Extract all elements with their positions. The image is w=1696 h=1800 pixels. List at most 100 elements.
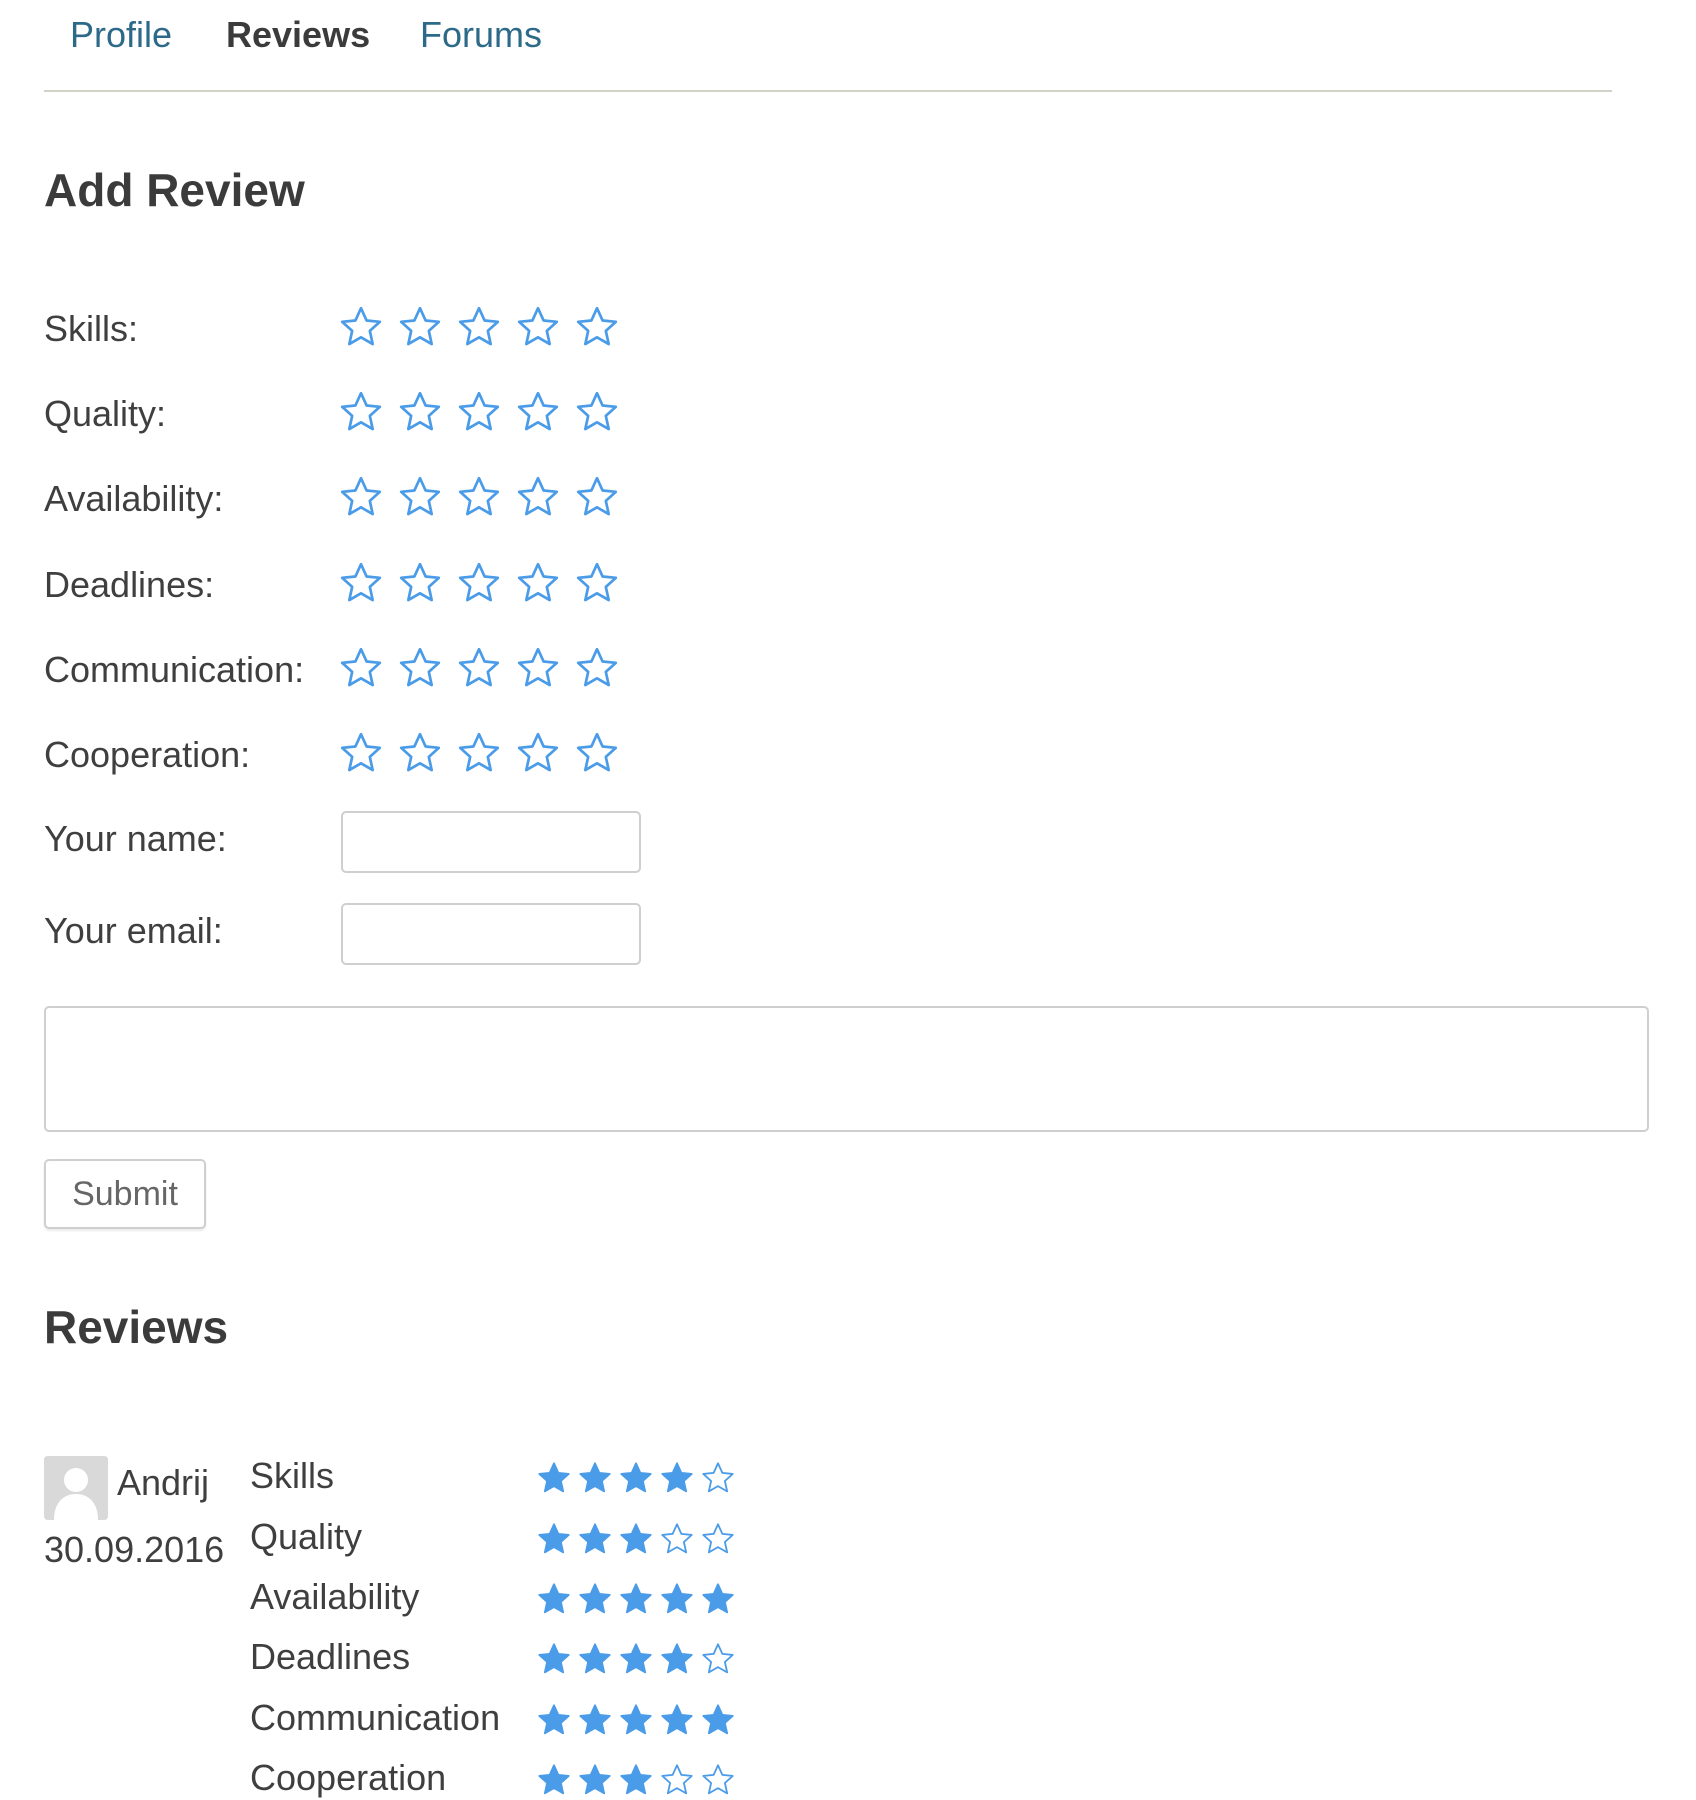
rating-input-quality[interactable] bbox=[338, 389, 620, 435]
star-filled-icon bbox=[661, 1704, 693, 1735]
star-outline-icon bbox=[340, 647, 382, 687]
star-rating-button[interactable] bbox=[338, 560, 384, 606]
star-outline-icon bbox=[458, 647, 500, 687]
star-filled-icon bbox=[538, 1643, 570, 1674]
star-outline-icon bbox=[517, 476, 559, 516]
star-outline-icon bbox=[458, 476, 500, 516]
page: Profile Reviews Forums Add Review Skills… bbox=[0, 0, 1696, 1800]
star-rating-button[interactable] bbox=[456, 474, 502, 520]
review-stars-deadlines bbox=[536, 1641, 736, 1677]
star-rating-button[interactable] bbox=[338, 730, 384, 776]
star-outline-icon bbox=[517, 306, 559, 346]
star-filled-icon bbox=[620, 1764, 652, 1795]
submit-button[interactable]: Submit bbox=[44, 1159, 206, 1229]
star-filled-icon bbox=[579, 1704, 611, 1735]
tab-forums[interactable]: Forums bbox=[420, 14, 542, 56]
star-rating-button[interactable] bbox=[515, 560, 561, 606]
star-filled-icon bbox=[538, 1764, 570, 1795]
star-rating-button[interactable] bbox=[397, 730, 443, 776]
star-filled-icon bbox=[661, 1462, 693, 1493]
star-rating-button[interactable] bbox=[397, 389, 443, 435]
star-outline-icon bbox=[340, 391, 382, 431]
star-filled-icon bbox=[538, 1583, 570, 1614]
review-stars-availability bbox=[536, 1581, 736, 1617]
criterion-label-skills: Skills: bbox=[44, 308, 139, 349]
star-rating-button[interactable] bbox=[456, 730, 502, 776]
star-rating-button[interactable] bbox=[397, 645, 443, 691]
star-rating-button[interactable] bbox=[338, 389, 384, 435]
star-rating-button[interactable] bbox=[397, 474, 443, 520]
star-rating-button[interactable] bbox=[397, 304, 443, 350]
criterion-label-availability: Availability: bbox=[44, 478, 224, 519]
star-rating-button[interactable] bbox=[338, 474, 384, 520]
star-filled-icon bbox=[538, 1704, 570, 1735]
star-rating-button[interactable] bbox=[456, 560, 502, 606]
tab-profile[interactable]: Profile bbox=[70, 14, 172, 56]
review-label-cooperation: Cooperation bbox=[250, 1757, 447, 1798]
star-rating-button[interactable] bbox=[338, 304, 384, 350]
star-rating-button[interactable] bbox=[574, 389, 620, 435]
star-rating-button[interactable] bbox=[515, 304, 561, 350]
star-outline-icon bbox=[399, 391, 441, 431]
star-filled-icon bbox=[579, 1462, 611, 1493]
review-label-availability: Availability bbox=[250, 1576, 420, 1617]
star-rating-button[interactable] bbox=[574, 560, 620, 606]
rating-input-communication[interactable] bbox=[338, 645, 620, 691]
add-review-title: Add Review bbox=[44, 164, 305, 216]
star-rating-button[interactable] bbox=[515, 474, 561, 520]
star-rating-button[interactable] bbox=[338, 645, 384, 691]
review-stars-cooperation bbox=[536, 1762, 736, 1798]
name-label: Your name: bbox=[44, 818, 227, 859]
star-outline-icon bbox=[661, 1523, 693, 1554]
star-rating-button[interactable] bbox=[574, 304, 620, 350]
star-rating-button[interactable] bbox=[397, 560, 443, 606]
star-rating-button[interactable] bbox=[515, 730, 561, 776]
star-rating-button[interactable] bbox=[456, 645, 502, 691]
star-outline-icon bbox=[702, 1643, 734, 1674]
name-input[interactable] bbox=[341, 811, 641, 873]
review-label-skills: Skills bbox=[250, 1455, 335, 1496]
star-outline-icon bbox=[576, 476, 618, 516]
star-filled-icon bbox=[579, 1643, 611, 1674]
criterion-label-deadlines: Deadlines: bbox=[44, 564, 215, 605]
star-outline-icon bbox=[576, 647, 618, 687]
tab-bar: Profile Reviews Forums bbox=[44, 0, 1612, 92]
avatar bbox=[44, 1456, 108, 1520]
star-rating-button[interactable] bbox=[456, 304, 502, 350]
star-outline-icon bbox=[576, 732, 618, 772]
rating-input-cooperation[interactable] bbox=[338, 730, 620, 776]
review-stars-skills bbox=[536, 1460, 736, 1496]
star-filled-icon bbox=[702, 1583, 734, 1614]
star-filled-icon bbox=[579, 1583, 611, 1614]
review-label-quality: Quality bbox=[250, 1516, 363, 1557]
star-rating-button[interactable] bbox=[574, 474, 620, 520]
star-outline-icon bbox=[458, 306, 500, 346]
review-comment-textarea[interactable] bbox=[44, 1006, 1649, 1132]
star-outline-icon bbox=[517, 647, 559, 687]
rating-input-availability[interactable] bbox=[338, 474, 620, 520]
star-rating-button[interactable] bbox=[456, 389, 502, 435]
star-outline-icon bbox=[661, 1764, 693, 1795]
criterion-label-cooperation: Cooperation: bbox=[44, 734, 251, 775]
rating-input-skills[interactable] bbox=[338, 304, 620, 350]
star-rating-button[interactable] bbox=[515, 645, 561, 691]
email-input[interactable] bbox=[341, 903, 641, 965]
rating-input-deadlines[interactable] bbox=[338, 560, 620, 606]
reviewer-name: Andrij bbox=[117, 1462, 210, 1503]
criterion-label-quality: Quality: bbox=[44, 393, 167, 434]
star-rating-button[interactable] bbox=[574, 730, 620, 776]
star-outline-icon bbox=[702, 1462, 734, 1493]
star-outline-icon bbox=[702, 1523, 734, 1554]
star-outline-icon bbox=[702, 1764, 734, 1795]
star-outline-icon bbox=[399, 476, 441, 516]
star-filled-icon bbox=[620, 1704, 652, 1735]
star-filled-icon bbox=[661, 1583, 693, 1614]
star-rating-button[interactable] bbox=[515, 389, 561, 435]
star-outline-icon bbox=[399, 647, 441, 687]
star-rating-button[interactable] bbox=[574, 645, 620, 691]
tab-reviews[interactable]: Reviews bbox=[226, 14, 370, 56]
review-stars-communication bbox=[536, 1702, 736, 1738]
user-silhouette-icon bbox=[44, 1456, 108, 1520]
star-outline-icon bbox=[458, 732, 500, 772]
criterion-label-communication: Communication: bbox=[44, 649, 305, 690]
